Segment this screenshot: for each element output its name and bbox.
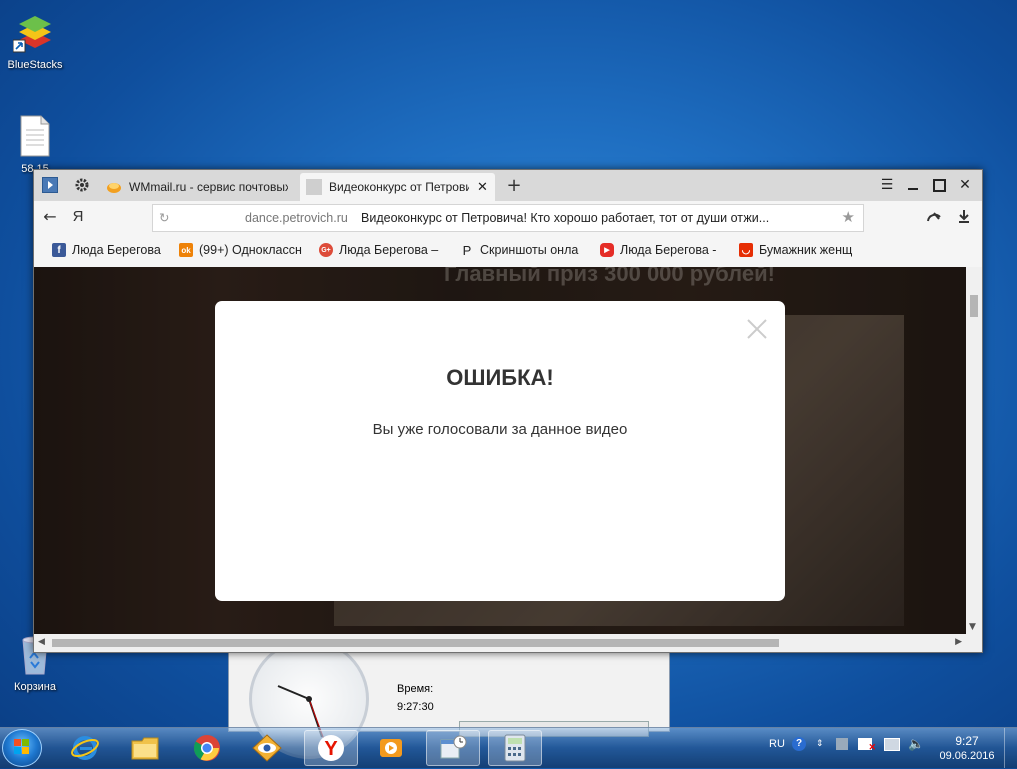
new-tab-plus-icon[interactable]: + — [504, 175, 524, 196]
tab-bar: WMmail.ru - сервис почтовых Видеоконкурс… — [34, 170, 982, 201]
svg-text:Y: Y — [324, 738, 338, 760]
aliexpress-icon: ◡ — [739, 243, 753, 257]
eye-icon — [252, 734, 282, 762]
windows-logo-icon — [14, 739, 29, 754]
flag-warning-icon[interactable]: ✕ — [858, 738, 876, 753]
facebook-icon: f — [52, 243, 66, 257]
url-domain: dance.petrovich.ru — [245, 211, 348, 225]
tab-wmmail[interactable]: WMmail.ru - сервис почтовых — [100, 173, 288, 201]
settings-gear-icon[interactable] — [72, 176, 92, 194]
tray-app-icon[interactable] — [836, 738, 848, 753]
google-plus-icon: G+ — [319, 243, 333, 257]
scroll-down-arrow-icon[interactable]: ▼ — [969, 622, 976, 632]
show-desktop-button[interactable] — [1004, 728, 1017, 768]
tab-videokonkurs[interactable]: Видеоконкурс от Петрови ✕ — [300, 173, 495, 201]
chrome-icon — [193, 735, 220, 761]
time-value: 9:27:30 — [397, 701, 434, 713]
turbo-mode-icon[interactable] — [924, 207, 944, 225]
scroll-left-arrow-icon[interactable]: ◀ — [38, 637, 45, 647]
taskbar-chrome[interactable] — [180, 730, 234, 766]
calculator-icon — [504, 734, 526, 762]
maximize-icon[interactable] — [929, 176, 949, 194]
desktop-icon-bluestacks[interactable]: BlueStacks — [0, 10, 70, 71]
url-page-title: Видеоконкурс от Петровича! Кто хорошо ра… — [361, 211, 770, 225]
vertical-scrollbar[interactable]: ▼ — [966, 267, 982, 634]
background-clock-window[interactable]: Время: 9:27:30 — [228, 639, 670, 759]
bookmark-item[interactable]: f Люда Берегова — [52, 242, 180, 258]
reload-icon[interactable]: ↻ — [159, 205, 169, 231]
browser-window[interactable]: WMmail.ru - сервис почтовых Видеоконкурс… — [33, 169, 983, 653]
p-letter-icon: P — [462, 242, 472, 258]
modal-message: Вы уже голосовали за данное видео — [372, 421, 628, 438]
calendar-clock-icon — [440, 735, 467, 759]
back-arrow-icon[interactable]: ← — [40, 207, 60, 226]
desktop-icon-label: Корзина — [14, 681, 56, 693]
url-field[interactable]: ↻ dance.petrovich.ru Видеоконкурс от Пет… — [152, 204, 864, 232]
bookmark-label: (99+) Одноклассн — [199, 243, 302, 257]
language-indicator[interactable]: RU — [769, 738, 785, 750]
taskbar: Y RU ? ⇕ ✕ 🔈 9:27 09.06.2016 — [0, 727, 1017, 768]
taskbar-yandex-browser[interactable]: Y — [304, 730, 358, 766]
bookmark-label: Люда Берегова — [72, 243, 161, 257]
taskbar-clock-date[interactable]: 09.06.2016 — [934, 750, 1000, 762]
media-player-icon — [380, 739, 402, 757]
document-file-icon — [20, 115, 50, 157]
yandex-browser-icon: Y — [318, 735, 344, 761]
help-icon[interactable]: ? — [792, 737, 806, 751]
bookmark-label: Скриншоты онла — [480, 243, 579, 257]
tab-close-icon[interactable]: ✕ — [477, 179, 488, 195]
sidebar-toggle-icon[interactable] — [40, 176, 60, 194]
address-bar: ← Я ↻ dance.petrovich.ru Видеоконкурс от… — [34, 201, 982, 233]
download-icon[interactable] — [954, 207, 974, 225]
scrollbar-thumb[interactable] — [970, 295, 978, 317]
time-label: Время: — [397, 683, 434, 695]
page-content: Главный приз 300 000 рублей! ОШИБКА! Вы … — [34, 267, 966, 634]
tab-title: WMmail.ru - сервис почтовых — [129, 180, 288, 194]
network-icon[interactable] — [884, 738, 900, 754]
bookmarks-bar: f Люда Берегова ok (99+) Одноклассн G+ Л… — [34, 233, 982, 268]
internet-explorer-icon — [71, 736, 99, 760]
folder-icon — [131, 737, 159, 760]
close-window-icon[interactable]: ✕ — [955, 176, 975, 194]
bookmark-label: Люда Берегова – — [339, 243, 439, 257]
bookmark-label: Люда Берегова - — [620, 243, 717, 257]
modal-title: ОШИБКА! — [446, 365, 554, 390]
horizontal-scrollbar[interactable]: ◀ ▶ — [34, 634, 982, 652]
page-favicon-icon — [306, 179, 322, 195]
tray-expand-icon[interactable]: ⇕ — [816, 738, 824, 749]
taskbar-calendar-gadget[interactable] — [426, 730, 480, 766]
bluestacks-icon — [12, 16, 51, 53]
desktop-icon-file[interactable]: 58.15 — [0, 114, 70, 175]
yandex-icon[interactable]: Я — [68, 207, 88, 225]
tab-title: Видеоконкурс от Петрови — [329, 180, 469, 194]
bookmark-item[interactable]: G+ Люда Берегова – — [319, 242, 444, 258]
taskbar-eye-app[interactable] — [240, 730, 294, 766]
taskbar-media-player[interactable] — [364, 730, 418, 766]
close-icon[interactable] — [745, 317, 769, 341]
bookmark-item[interactable]: ok (99+) Одноклассн — [179, 242, 305, 258]
minimize-icon[interactable] — [903, 176, 923, 194]
bookmark-label: Бумажник женщ — [759, 243, 853, 257]
scrollbar-thumb[interactable] — [52, 639, 779, 647]
wmmail-favicon-icon — [107, 183, 121, 193]
bookmark-item[interactable]: P Скриншоты онла — [460, 242, 582, 258]
taskbar-clock-time[interactable]: 9:27 — [942, 734, 992, 748]
bookmark-item[interactable]: ◡ Бумажник женщ — [739, 242, 865, 258]
bookmark-item[interactable]: ▶ Люда Берегова - — [600, 242, 724, 258]
bookmark-star-icon[interactable]: ★ — [842, 205, 855, 231]
scroll-right-arrow-icon[interactable]: ▶ — [955, 637, 962, 647]
taskbar-calculator[interactable] — [488, 730, 542, 766]
error-modal: ОШИБКА! Вы уже голосовали за данное виде… — [215, 301, 785, 601]
desktop-icon-label: BlueStacks — [7, 59, 63, 71]
start-button[interactable] — [2, 729, 42, 767]
volume-icon[interactable]: 🔈 — [908, 736, 924, 752]
taskbar-explorer[interactable] — [118, 730, 172, 766]
youtube-icon: ▶ — [600, 243, 614, 257]
taskbar-ie[interactable] — [58, 730, 112, 766]
odnoklassniki-icon: ok — [179, 243, 193, 257]
menu-hamburger-icon[interactable]: ☰ — [877, 176, 897, 194]
